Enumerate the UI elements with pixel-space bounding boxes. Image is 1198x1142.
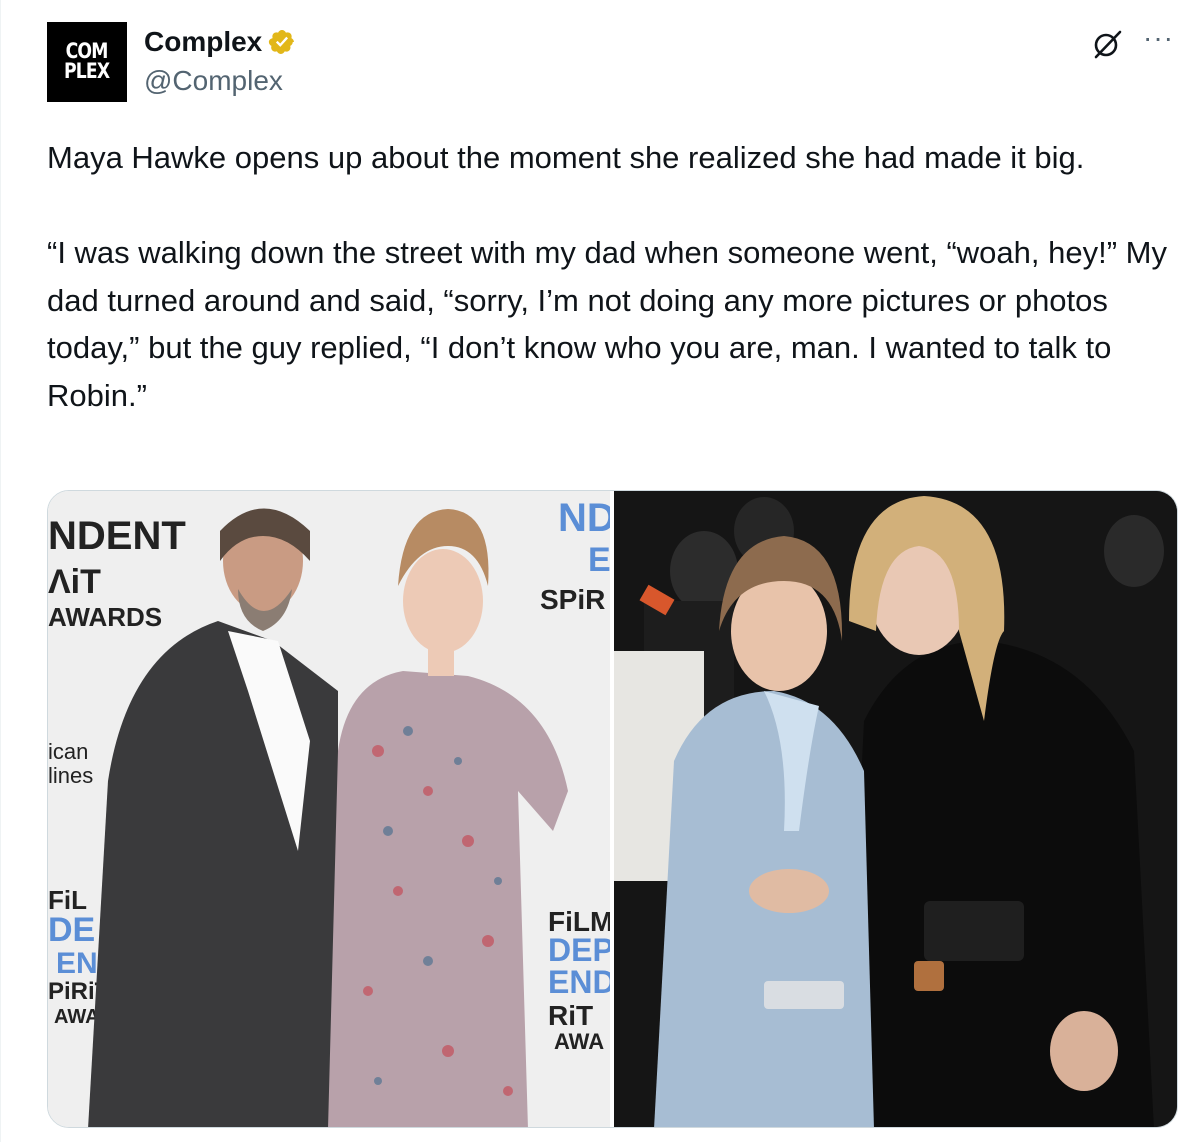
backdrop-text: EN <box>56 947 98 980</box>
grok-icon[interactable] <box>1091 28 1123 60</box>
backdrop-text: RiT <box>548 1000 593 1031</box>
author-name-row: Complex <box>144 26 296 58</box>
photo-fashion-show[interactable] <box>614 491 1177 1127</box>
backdrop-text: lines <box>48 763 93 788</box>
author-display-name[interactable]: Complex <box>144 26 262 58</box>
backdrop-text: DE <box>48 911 95 949</box>
backdrop-text: AWA <box>554 1029 604 1054</box>
tweet-paragraph-2: “I was walking down the street with my d… <box>47 235 1167 413</box>
backdrop-text: E <box>588 541 610 579</box>
photo-fashion-show-image <box>614 491 1177 1127</box>
backdrop-text: NDENT <box>48 514 186 558</box>
more-options-icon[interactable]: ··· <box>1143 24 1174 52</box>
avatar-text-line2: PLEX <box>64 59 110 83</box>
tweet-paragraph-1: Maya Hawke opens up about the moment she… <box>47 140 1085 175</box>
backdrop-text: ND <box>558 496 610 540</box>
backdrop-text: DEP <box>548 932 610 968</box>
author-handle[interactable]: @Complex <box>144 65 283 97</box>
verified-badge-icon <box>269 30 295 54</box>
tweet-text: Maya Hawke opens up about the moment she… <box>47 134 1167 419</box>
photo-red-carpet-image: NDENT ΛiT AWARDS ican lines ND E SPiR Fi… <box>48 491 610 1127</box>
backdrop-text: SPiR <box>540 584 605 615</box>
photo-red-carpet[interactable]: NDENT ΛiT AWARDS ican lines ND E SPiR Fi… <box>48 491 610 1127</box>
avatar[interactable]: COM PLEX <box>47 22 127 102</box>
tweet-card: COM PLEX Complex @Complex ··· Maya Hawke… <box>0 0 1198 1142</box>
backdrop-text: AWARDS <box>48 602 162 632</box>
backdrop-text: ΛiT <box>48 563 101 601</box>
backdrop-text: ican <box>48 739 88 764</box>
media-grid: NDENT ΛiT AWARDS ican lines ND E SPiR Fi… <box>47 490 1178 1128</box>
backdrop-text: END <box>548 964 610 1000</box>
